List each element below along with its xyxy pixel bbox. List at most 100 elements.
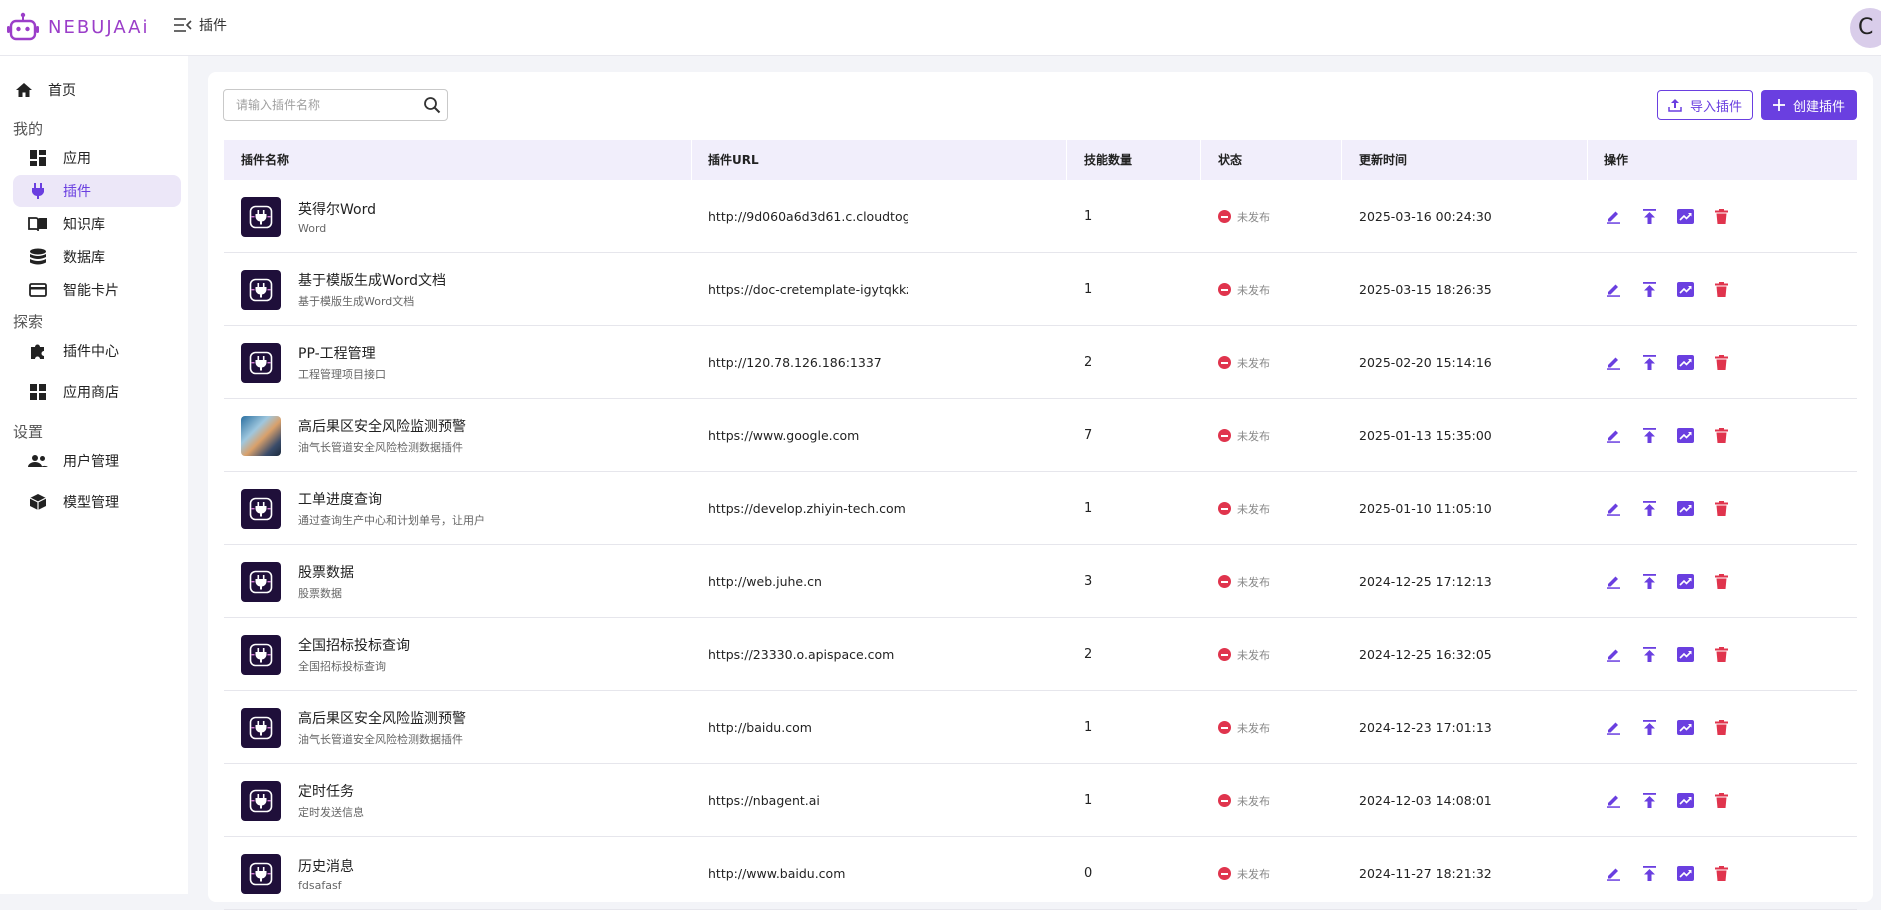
plugin-description: 工程管理项目接口	[298, 368, 386, 381]
table-row[interactable]: 高后果区安全风险监测预警 油气长管道安全风险检测数据插件 http://baid…	[224, 691, 1857, 764]
plugin-name[interactable]: 定时任务	[298, 781, 364, 801]
table-row[interactable]: 英得尔Word Word http://9d060a6d3d61.c.cloud…	[224, 180, 1857, 253]
status-cell: 未发布	[1218, 472, 1270, 545]
table-row[interactable]: 全国招标投标查询 全国招标投标查询 https://23330.o.apispa…	[224, 618, 1857, 691]
deploy-icon[interactable]	[1676, 281, 1694, 299]
table-row[interactable]: 历史消息 fdsafasf http://www.baidu.com 0 未发布…	[224, 837, 1857, 910]
sidebar-item-knowledge[interactable]: 知识库	[13, 208, 181, 240]
deploy-icon[interactable]	[1676, 646, 1694, 664]
updated-time-cell: 2025-02-20 15:14:16	[1359, 326, 1492, 399]
delete-icon[interactable]	[1712, 500, 1730, 518]
publish-icon[interactable]	[1640, 646, 1658, 664]
deploy-icon[interactable]	[1676, 427, 1694, 445]
publish-icon[interactable]	[1640, 719, 1658, 737]
publish-icon[interactable]	[1640, 792, 1658, 810]
search-input[interactable]	[224, 91, 417, 119]
edit-icon[interactable]	[1604, 281, 1622, 299]
plugin-name[interactable]: 全国招标投标查询	[298, 635, 410, 655]
deploy-icon[interactable]	[1676, 573, 1694, 591]
skill-count: 7	[1084, 428, 1093, 443]
plugin-name[interactable]: 工单进度查询	[298, 489, 485, 509]
table-row[interactable]: 工单进度查询 通过查询生产中心和计划单号，让用户 https://develop…	[224, 472, 1857, 545]
publish-icon[interactable]	[1640, 573, 1658, 591]
deploy-icon[interactable]	[1676, 500, 1694, 518]
plugin-name[interactable]: 历史消息	[298, 856, 354, 876]
delete-icon[interactable]	[1712, 354, 1730, 372]
plugin-name[interactable]: 股票数据	[298, 562, 354, 582]
plugin-name[interactable]: 英得尔Word	[298, 199, 376, 219]
brand-logo[interactable]: NEBUJAAi	[6, 12, 149, 42]
plugin-name-cell: 定时任务 定时发送信息	[241, 764, 364, 837]
avatar[interactable]: C	[1850, 8, 1881, 48]
create-plugin-button[interactable]: 创建插件	[1761, 90, 1857, 120]
publish-icon[interactable]	[1640, 354, 1658, 372]
publish-icon[interactable]	[1640, 427, 1658, 445]
delete-icon[interactable]	[1712, 208, 1730, 226]
edit-icon[interactable]	[1604, 646, 1622, 664]
plugin-icon	[249, 643, 273, 666]
sidebar-item-smart-card[interactable]: 智能卡片	[13, 274, 181, 306]
sidebar-item-label: 应用	[63, 151, 91, 167]
updated-time-cell: 2024-12-23 17:01:13	[1359, 691, 1492, 764]
plugin-name-cell: 历史消息 fdsafasf	[241, 837, 354, 910]
plugin-name[interactable]: 高后果区安全风险监测预警	[298, 416, 466, 436]
status-text: 未发布	[1237, 502, 1270, 516]
sidebar-item-app-store[interactable]: 应用商店	[13, 376, 181, 408]
table-row[interactable]: 基于模版生成Word文档 基于模版生成Word文档 https://doc-cr…	[224, 253, 1857, 326]
edit-icon[interactable]	[1604, 500, 1622, 518]
unpublished-icon	[1218, 721, 1231, 734]
import-plugin-button[interactable]: 导入插件	[1657, 90, 1753, 120]
delete-icon[interactable]	[1712, 865, 1730, 883]
edit-icon[interactable]	[1604, 354, 1622, 372]
plugin-name-cell: 高后果区安全风险监测预警 油气长管道安全风险检测数据插件	[241, 691, 466, 764]
sidebar-item-plugins[interactable]: 插件	[13, 175, 181, 207]
publish-icon[interactable]	[1640, 865, 1658, 883]
delete-icon[interactable]	[1712, 573, 1730, 591]
sidebar-item-user-management[interactable]: 用户管理	[13, 445, 181, 477]
deploy-icon[interactable]	[1676, 865, 1694, 883]
plugin-description: 定时发送信息	[298, 806, 364, 819]
publish-icon[interactable]	[1640, 208, 1658, 226]
search-icon[interactable]	[417, 96, 447, 114]
table-row[interactable]: 定时任务 定时发送信息 https://nbagent.ai 1 未发布 202…	[224, 764, 1857, 837]
unpublished-icon	[1218, 648, 1231, 661]
table-row[interactable]: PP-工程管理 工程管理项目接口 http://120.78.126.186:1…	[224, 326, 1857, 399]
edit-icon[interactable]	[1604, 865, 1622, 883]
publish-icon[interactable]	[1640, 281, 1658, 299]
section-heading-settings: 设置	[13, 423, 44, 441]
delete-icon[interactable]	[1712, 646, 1730, 664]
edit-icon[interactable]	[1604, 208, 1622, 226]
skill-count-cell: 0	[1084, 837, 1092, 910]
delete-icon[interactable]	[1712, 281, 1730, 299]
sidebar-item-apps[interactable]: 应用	[13, 142, 181, 174]
edit-icon[interactable]	[1604, 427, 1622, 445]
plugin-name[interactable]: 高后果区安全风险监测预警	[298, 708, 466, 728]
edit-icon[interactable]	[1604, 719, 1622, 737]
plugin-thumbnail	[241, 269, 281, 310]
deploy-icon[interactable]	[1676, 792, 1694, 810]
sidebar-item-database[interactable]: 数据库	[13, 241, 181, 273]
status-cell: 未发布	[1218, 837, 1270, 910]
sidebar: 首页 我的 应用 插件 知识库 数据库 智能卡片 探索 插件中心 应用商店 设置…	[0, 56, 188, 894]
sidebar-item-model-management[interactable]: 模型管理	[13, 486, 181, 518]
plugin-name[interactable]: 基于模版生成Word文档	[298, 270, 446, 290]
delete-icon[interactable]	[1712, 427, 1730, 445]
sidebar-toggle-button[interactable]: 插件	[173, 15, 227, 35]
sidebar-item-plugin-center[interactable]: 插件中心	[13, 335, 181, 367]
table-row[interactable]: 股票数据 股票数据 http://web.juhe.cn 3 未发布 2024-…	[224, 545, 1857, 618]
plugin-icon	[249, 862, 273, 885]
plugin-thumbnail	[241, 780, 281, 821]
edit-icon[interactable]	[1604, 792, 1622, 810]
deploy-icon[interactable]	[1676, 208, 1694, 226]
edit-icon[interactable]	[1604, 573, 1622, 591]
sidebar-item-home[interactable]: 首页	[13, 74, 181, 106]
deploy-icon[interactable]	[1676, 719, 1694, 737]
delete-icon[interactable]	[1712, 792, 1730, 810]
table-row[interactable]: 高后果区安全风险监测预警 油气长管道安全风险检测数据插件 https://www…	[224, 399, 1857, 472]
delete-icon[interactable]	[1712, 719, 1730, 737]
plugin-name[interactable]: PP-工程管理	[298, 343, 386, 363]
publish-icon[interactable]	[1640, 500, 1658, 518]
plugin-name-cell: 高后果区安全风险监测预警 油气长管道安全风险检测数据插件	[241, 399, 466, 472]
deploy-icon[interactable]	[1676, 354, 1694, 372]
skill-count: 3	[1084, 574, 1093, 589]
